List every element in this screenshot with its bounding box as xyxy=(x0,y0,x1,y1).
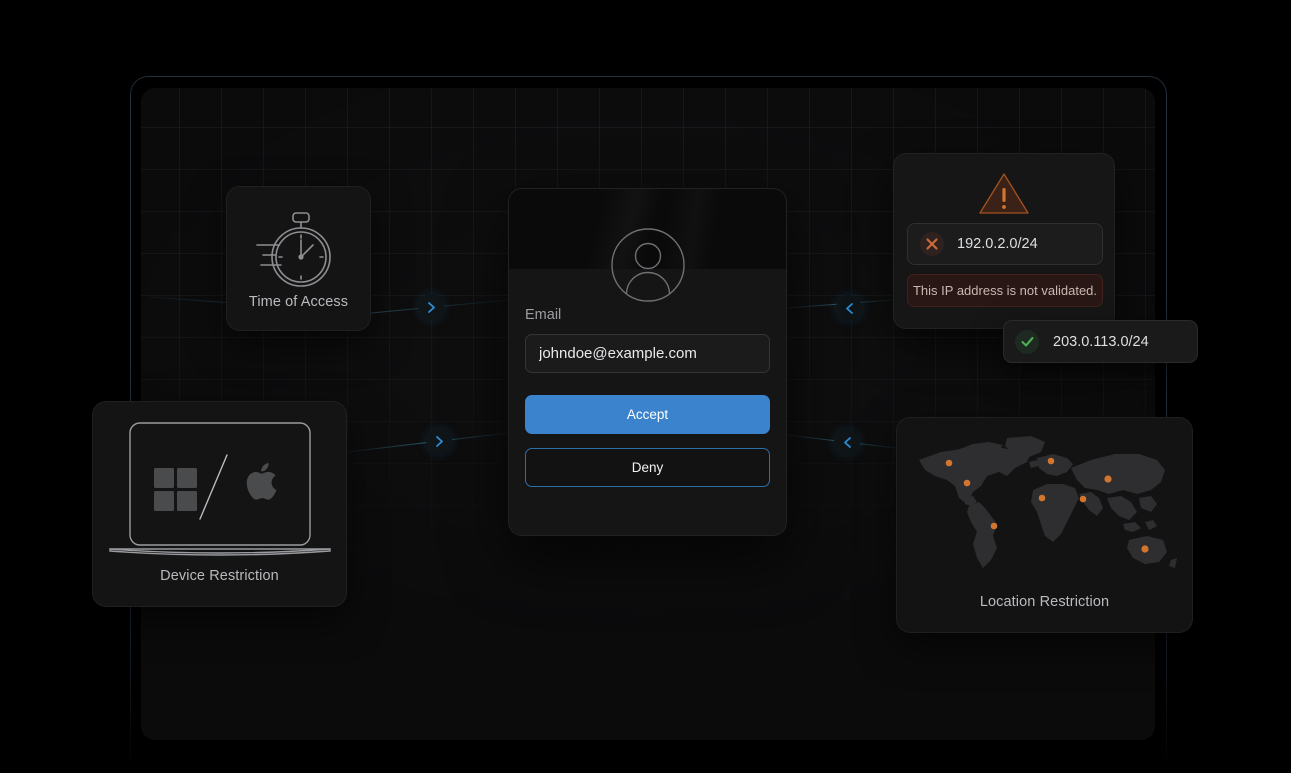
invalid-ip-value: 192.0.2.0/24 xyxy=(957,236,1038,252)
ip-validation-panel: 192.0.2.0/24 This IP address is not vali… xyxy=(893,153,1115,329)
laptop-devices-icon xyxy=(108,422,331,556)
connector-badge-time-to-consent[interactable] xyxy=(418,294,444,320)
chevron-left-icon xyxy=(845,302,853,314)
deny-button[interactable]: Deny xyxy=(525,448,770,487)
world-map-icon-wrap xyxy=(911,432,1180,582)
windows-logo-icon xyxy=(153,468,197,511)
ip-error-message: This IP address is not validated. xyxy=(907,274,1103,307)
connector-badge-location-to-consent[interactable] xyxy=(834,429,860,455)
chevron-left-icon xyxy=(843,436,851,448)
user-avatar-icon xyxy=(610,228,685,302)
warning-icon-wrap xyxy=(894,168,1114,218)
node-device-restriction-label: Device Restriction xyxy=(160,568,279,584)
node-time-of-access[interactable]: Time of Access xyxy=(226,186,371,331)
stopwatch-icon xyxy=(255,212,331,287)
laptop-devices-icon-wrap xyxy=(93,418,346,560)
apple-logo-icon xyxy=(246,463,276,500)
consent-card-body: Email Accept Deny xyxy=(509,307,786,535)
connector-badge-ip-to-consent[interactable] xyxy=(836,295,862,321)
chevron-right-icon xyxy=(435,435,443,447)
node-time-of-access-label: Time of Access xyxy=(248,294,349,310)
connector-badge-device-to-consent[interactable] xyxy=(426,428,452,454)
stopwatch-icon-wrap xyxy=(227,207,370,293)
warning-triangle-icon xyxy=(979,173,1029,214)
chevron-right-icon xyxy=(427,301,435,313)
screenshot-stage: Time of Access Device Restriction Locati… xyxy=(0,0,1291,773)
node-device-restriction[interactable]: Device Restriction xyxy=(92,401,347,607)
valid-ip-value: 203.0.113.0/24 xyxy=(1053,333,1149,350)
accept-button[interactable]: Accept xyxy=(525,395,770,434)
invalid-ip-row[interactable]: 192.0.2.0/24 xyxy=(907,223,1103,265)
consent-card: Email Accept Deny xyxy=(508,188,787,536)
x-mark-icon xyxy=(920,232,944,256)
valid-ip-pill[interactable]: 203.0.113.0/24 xyxy=(1003,320,1198,363)
email-input[interactable] xyxy=(525,334,770,373)
check-mark-icon xyxy=(1015,329,1039,354)
node-location-restriction-label: Location Restriction xyxy=(979,594,1110,610)
email-field-label: Email xyxy=(525,307,562,323)
world-map-icon xyxy=(919,436,1177,568)
node-location-restriction[interactable]: Location Restriction xyxy=(896,417,1193,633)
